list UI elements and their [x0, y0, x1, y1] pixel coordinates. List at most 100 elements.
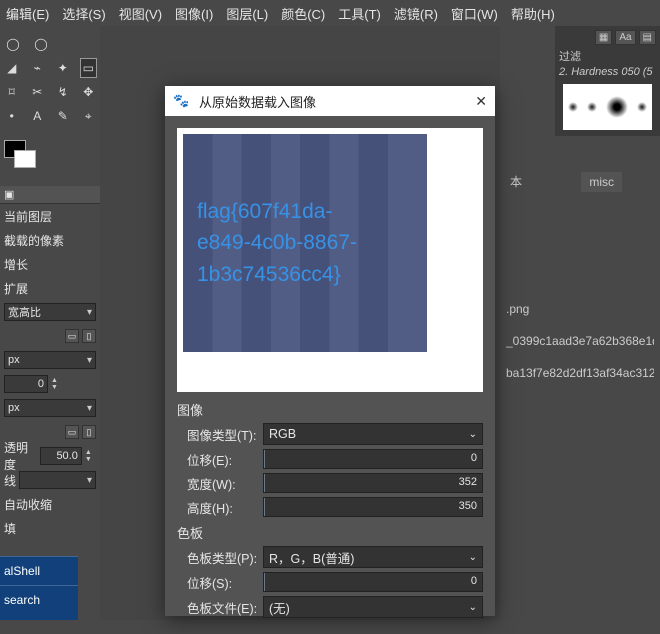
image-type-combo[interactable]: RGB⌄ — [263, 423, 483, 445]
line-label: 线 — [4, 472, 16, 489]
offset-slider[interactable]: 0 — [263, 449, 483, 469]
tool-wand-icon[interactable]: ✦ — [55, 59, 71, 77]
tool-dot-icon[interactable]: • — [4, 107, 20, 125]
value-x-spin[interactable]: 0 — [4, 375, 48, 393]
chevron-down-icon: ▾ — [87, 355, 92, 366]
pal-offset-slider[interactable]: 0 — [263, 572, 483, 592]
menu-window[interactable]: 窗口(W) — [451, 4, 498, 23]
tool-options-panel: ▣ 当前图层 截载的像素 增长 扩展 宽高比▾ ▭ ▯ px▾ 0▲▼ px▾ … — [0, 186, 100, 620]
brush-name: 2. Hardness 050 (5 — [559, 66, 656, 78]
tool-move-icon[interactable]: ✥ — [81, 83, 97, 101]
dialog-title: 从原始数据载入图像 — [199, 92, 316, 111]
fill-label[interactable]: 填 — [4, 520, 16, 537]
menu-bar: 编辑(E) 选择(S) 视图(V) 图像(I) 图层(L) 颜色(C) 工具(T… — [0, 0, 660, 27]
tool-crop-icon[interactable]: ⌑ — [4, 83, 20, 101]
menu-view[interactable]: 视图(V) — [119, 4, 162, 23]
brush-dot-icon[interactable] — [568, 102, 578, 112]
opt-current-layer[interactable]: 当前图层 — [4, 208, 52, 225]
landscape-icon[interactable]: ▭ — [65, 329, 79, 343]
chevron-down-icon: ▾ — [87, 475, 92, 486]
opacity-label: 透明度 — [4, 439, 37, 473]
brush-preview — [563, 84, 652, 130]
chevron-down-icon: ▾ — [87, 307, 92, 318]
dialog-titlebar[interactable]: 🐾 从原始数据载入图像 ✕ — [165, 86, 495, 116]
opt-grow[interactable]: 增长 — [4, 256, 28, 273]
unit-px2-combo[interactable]: px▾ — [4, 399, 96, 417]
image-type-label: 图像类型(T): — [177, 425, 263, 444]
tool-rect-select-icon[interactable]: ▭ — [81, 59, 97, 77]
panel-icon-text[interactable]: Aa — [615, 30, 635, 45]
preview-flag-text: flag{607f41da- e849-4c0b-8867- 1b3c74536… — [197, 196, 357, 291]
menu-filter[interactable]: 滤镜(R) — [394, 4, 438, 23]
tab-truncated[interactable]: 本 — [506, 172, 526, 192]
tool-brush-icon[interactable]: ✎ — [55, 107, 71, 125]
file-item-1[interactable]: _0399c1aad3e7a62b368e1d — [506, 334, 654, 348]
width-label: 宽度(W): — [177, 474, 263, 493]
pal-type-combo[interactable]: R，G，B(普通)⌄ — [263, 546, 483, 568]
chevron-down-icon: ▾ — [87, 403, 92, 414]
aspect-ratio-combo[interactable]: 宽高比▾ — [4, 303, 96, 321]
spinner-arrows[interactable]: ▲▼ — [51, 377, 63, 391]
file-item-2[interactable]: ba13f7e82d2df13af34ac3123 — [506, 366, 654, 380]
pal-offset-label: 位移(S): — [177, 573, 263, 592]
auto-shrink[interactable]: 自动收缩 — [4, 496, 52, 513]
height-label: 高度(H): — [177, 498, 263, 517]
windows-taskbar[interactable]: alShell search — [0, 556, 78, 620]
bg-color[interactable] — [14, 150, 36, 168]
file-ext[interactable]: .png — [506, 302, 654, 316]
image-preview: flag{607f41da- e849-4c0b-8867- 1b3c74536… — [177, 128, 483, 392]
opacity-spin[interactable]: 50.0 — [40, 447, 81, 465]
landscape2-icon[interactable]: ▭ — [65, 425, 79, 439]
wilber-icon: 🐾 — [173, 93, 189, 109]
taskbar-item-b[interactable]: search — [0, 585, 78, 614]
portrait2-icon[interactable]: ▯ — [82, 425, 96, 439]
panel-icon-a[interactable]: ▦ — [595, 30, 612, 45]
brush-dot-big-icon[interactable] — [606, 96, 628, 118]
menu-image[interactable]: 图像(I) — [175, 4, 213, 23]
height-slider[interactable]: 350 — [263, 497, 483, 517]
menu-edit[interactable]: 编辑(E) — [6, 4, 49, 23]
pal-type-label: 色板类型(P): — [177, 548, 263, 567]
tab-misc[interactable]: misc — [581, 172, 622, 192]
toolbox: ◯ ◯ ◢ ⌁ ✦ ▭ ⌑ ✂ ↯ ✥ • A ✎ ⌖ — [0, 26, 100, 134]
pal-file-label: 色板文件(E): — [177, 598, 263, 617]
tool-text-icon[interactable]: A — [30, 107, 46, 125]
menu-color[interactable]: 颜色(C) — [281, 4, 325, 23]
tool-path-icon[interactable]: ↯ — [55, 83, 71, 101]
chevron-down-icon: ⌄ — [469, 552, 477, 563]
tool-lasso-icon[interactable]: ⌁ — [30, 59, 46, 77]
tool-circle2-icon[interactable]: ◯ — [32, 35, 50, 53]
close-icon[interactable]: ✕ — [475, 93, 487, 110]
brush-dot-icon[interactable] — [637, 102, 647, 112]
tool-circle-icon[interactable]: ◯ — [4, 35, 22, 53]
brush-filter-label[interactable]: 过滤 — [559, 48, 626, 64]
opt-clip-pixels[interactable]: 截载的像素 — [4, 232, 64, 249]
brush-dot-icon[interactable] — [587, 102, 597, 112]
line-combo[interactable]: ▾ — [19, 471, 96, 489]
tool-scissors-icon[interactable]: ✂ — [30, 83, 46, 101]
offset-label: 位移(E): — [177, 450, 263, 469]
portrait-icon[interactable]: ▯ — [82, 329, 96, 343]
unit-px-combo[interactable]: px▾ — [4, 351, 96, 369]
right-panel: ▦ Aa ▤ 过滤 2. Hardness 050 (5 本 misc .png… — [500, 26, 660, 620]
menu-layer[interactable]: 图层(L) — [226, 4, 268, 23]
chevron-down-icon: ⌄ — [469, 429, 477, 440]
menu-tool[interactable]: 工具(T) — [338, 4, 381, 23]
opt-expand[interactable]: 扩展 — [4, 280, 28, 297]
tool-bucket-icon[interactable]: ◢ — [4, 59, 20, 77]
spinner-arrows[interactable]: ▲▼ — [85, 449, 96, 463]
menu-select[interactable]: 选择(S) — [62, 4, 105, 23]
chevron-down-icon: ⌄ — [469, 602, 477, 613]
width-slider[interactable]: 352 — [263, 473, 483, 493]
panel-tab-icon[interactable]: ▣ — [0, 186, 100, 204]
image-section-label: 图像 — [177, 400, 483, 419]
raw-image-dialog: 🐾 从原始数据载入图像 ✕ flag{607f41da- e849-4c0b-8… — [165, 86, 495, 616]
pal-file-combo[interactable]: (无)⌄ — [263, 596, 483, 618]
taskbar-item-a[interactable]: alShell — [0, 556, 78, 585]
file-panel: 本 misc .png _0399c1aad3e7a62b368e1d ba13… — [500, 166, 660, 404]
color-swatches[interactable] — [4, 140, 44, 172]
panel-icon-c[interactable]: ▤ — [639, 30, 656, 45]
tool-clone-icon[interactable]: ⌖ — [81, 107, 97, 125]
palette-section-label: 色板 — [177, 523, 483, 542]
menu-help[interactable]: 帮助(H) — [511, 4, 555, 23]
